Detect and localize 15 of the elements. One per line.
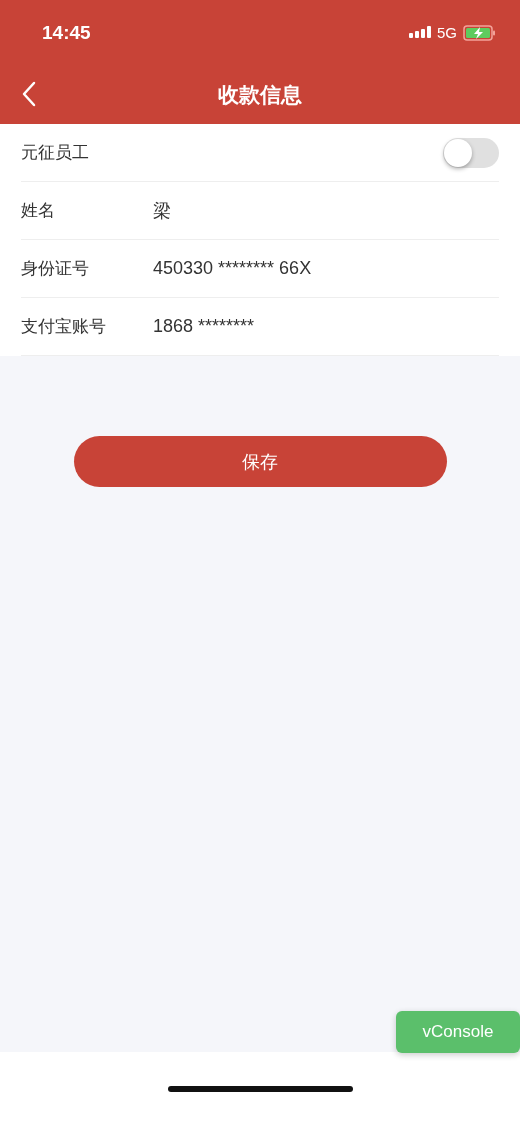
save-button[interactable]: 保存	[73, 436, 447, 487]
battery-charging-icon	[463, 24, 496, 41]
page-title: 收款信息	[218, 81, 302, 109]
field-value[interactable]: 梁	[153, 198, 171, 223]
field-value[interactable]: 450330 ******** 66X	[153, 258, 312, 279]
toggle-switch[interactable]	[443, 137, 499, 168]
signal-icon	[409, 25, 431, 40]
field-label: 姓名	[21, 199, 56, 222]
status-time: 14:45	[42, 21, 91, 44]
back-icon[interactable]	[22, 81, 36, 107]
field-label: 身份证号	[21, 257, 90, 280]
network-label: 5G	[437, 24, 457, 41]
field-label: 元征员工	[21, 141, 90, 164]
field-label: 支付宝账号	[21, 315, 107, 338]
field-value[interactable]: 1868 ********	[153, 316, 255, 337]
